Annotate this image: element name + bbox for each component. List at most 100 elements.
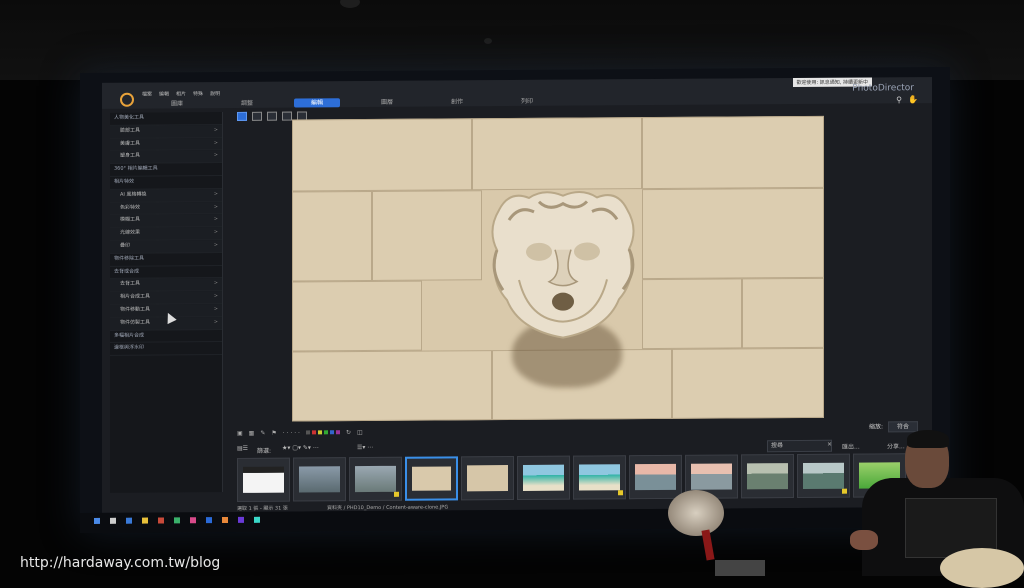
- thumbnail[interactable]: [741, 454, 794, 499]
- app-logo-icon[interactable]: [120, 92, 134, 107]
- sidebar-item[interactable]: 多幅相片合成: [110, 329, 222, 344]
- single-view-icon[interactable]: [237, 111, 247, 121]
- sidebar-item[interactable]: 去背工具 >: [110, 278, 222, 292]
- thumbnail-selected[interactable]: [405, 456, 458, 501]
- sidebar-item-label: 相片特效: [114, 178, 135, 185]
- sidebar-item[interactable]: 360° 相片編輯工具: [110, 163, 222, 177]
- sidebar-item-label: 人物美化工具: [114, 114, 145, 121]
- color-label-purple[interactable]: [335, 430, 340, 435]
- tab-adjust[interactable]: 調整: [212, 99, 282, 108]
- thumbnail[interactable]: [349, 456, 402, 502]
- edit-icon[interactable]: ✎: [260, 429, 265, 436]
- presenter-hair: [907, 430, 949, 448]
- photodirector-window: 檔案 編輯 相片 特殊 說明 圖庫 調整 編輯 圖層 創作 列印 歡迎使用: 訊…: [102, 77, 932, 513]
- sidebar-item[interactable]: 光線效果 >: [110, 227, 222, 241]
- rating-dots[interactable]: · · · · ·: [283, 429, 300, 436]
- sidebar-item-label: 360° 相片編輯工具: [114, 165, 158, 172]
- ceiling-light: [484, 38, 492, 44]
- thumbnail[interactable]: [293, 457, 346, 502]
- taskbar-app-icon[interactable]: [254, 516, 260, 523]
- menu-edit[interactable]: 編輯: [159, 90, 169, 97]
- sidebar-item-label: 塑身工具: [120, 153, 141, 160]
- single-photo-icon[interactable]: ▣: [237, 429, 243, 436]
- thumbnail[interactable]: [461, 456, 514, 501]
- thumbnail-image: [635, 463, 676, 491]
- color-label-yellow[interactable]: [317, 430, 322, 435]
- tab-create[interactable]: 創作: [422, 97, 492, 106]
- tab-print[interactable]: 列印: [492, 97, 562, 106]
- rotate-icon[interactable]: [282, 111, 292, 121]
- menu-photo[interactable]: 相片: [176, 90, 186, 97]
- zoom-control: 縮放: 符合: [866, 421, 918, 433]
- stone-block: [642, 187, 824, 280]
- filter-tools[interactable]: ★▾ ▢▾ ✎▾ ⋯: [282, 444, 319, 451]
- taskbar-app-icon[interactable]: [110, 517, 116, 524]
- sidebar-item[interactable]: 色彩特效 >: [110, 201, 222, 216]
- menu-help[interactable]: 說明: [210, 90, 220, 97]
- color-label-blue[interactable]: [329, 430, 334, 435]
- menu-file[interactable]: 檔案: [142, 91, 152, 98]
- view-toggle-icon[interactable]: ▤☰: [237, 445, 248, 452]
- taskbar-app-icon[interactable]: [142, 517, 148, 524]
- sidebar-item[interactable]: 疊印 >: [110, 240, 222, 254]
- taskbar-app-icon[interactable]: [158, 517, 164, 524]
- start-icon[interactable]: [94, 517, 100, 524]
- menu-special[interactable]: 特殊: [193, 90, 203, 97]
- stone-block: [642, 278, 742, 350]
- sidebar-item[interactable]: 人物美化工具: [110, 112, 222, 126]
- refresh-icon[interactable]: ↻: [346, 429, 351, 436]
- microphone-stem: [701, 529, 715, 561]
- search-icon[interactable]: ⚲: [896, 95, 902, 104]
- taskbar-app-icon[interactable]: [206, 517, 212, 524]
- chevron-right-icon: >: [213, 318, 218, 325]
- sidebar-item-label: 模糊工具: [120, 216, 141, 224]
- sidebar-item[interactable]: 臉部工具 >: [110, 124, 222, 139]
- taskbar-app-icon[interactable]: [126, 517, 132, 524]
- sidebar-item[interactable]: 美膚工具 >: [110, 137, 222, 152]
- sidebar-item[interactable]: 相片合成工具 >: [110, 291, 222, 305]
- taskbar-app-icon[interactable]: [190, 517, 196, 524]
- compare-view-icon[interactable]: [252, 111, 262, 121]
- thumbnail-image: [299, 466, 340, 493]
- top-bar: 檔案 編輯 相片 特殊 說明 圖庫 調整 編輯 圖層 創作 列印 歡迎使用: 訊…: [102, 77, 932, 109]
- taskbar-app-icon[interactable]: [238, 516, 244, 523]
- sidebar-item[interactable]: 去背或合成: [110, 265, 222, 280]
- sidebar-item[interactable]: 物件移除工具: [110, 252, 222, 267]
- share-button[interactable]: 分享...: [887, 441, 905, 450]
- search-input[interactable]: 搜尋: [767, 439, 832, 453]
- thumbnail[interactable]: [573, 455, 626, 500]
- sort-icon[interactable]: ☰▾ ⋯: [357, 444, 373, 451]
- chevron-right-icon: >: [213, 203, 218, 210]
- taskbar-app-icon[interactable]: [174, 517, 180, 524]
- flag-icon[interactable]: ⚑: [271, 429, 276, 436]
- thumbnail-image: [412, 466, 451, 491]
- crop-icon[interactable]: ◫: [357, 429, 363, 436]
- color-label-red[interactable]: [311, 430, 316, 435]
- thumbnail[interactable]: [629, 454, 682, 500]
- chevron-right-icon: >: [213, 280, 218, 287]
- zoom-select[interactable]: 符合: [887, 421, 918, 433]
- color-labels[interactable]: [305, 430, 340, 435]
- color-label-none[interactable]: [305, 430, 310, 435]
- taskbar-app-icon[interactable]: [222, 517, 228, 524]
- sidebar-item[interactable]: 塑身工具 >: [110, 150, 222, 165]
- thumbnail[interactable]: [237, 457, 290, 502]
- grid-view-icon[interactable]: [267, 111, 277, 121]
- compare-icon[interactable]: ▦: [249, 429, 255, 436]
- sidebar-item[interactable]: 邊框與浮水印: [110, 342, 222, 356]
- tab-library[interactable]: 圖庫: [142, 99, 212, 108]
- sidebar-item[interactable]: AI 風格轉換 >: [110, 188, 222, 203]
- tab-edit[interactable]: 編輯: [294, 98, 340, 108]
- sidebar-item[interactable]: 相片特效: [110, 176, 222, 190]
- color-label-green[interactable]: [323, 430, 328, 435]
- clear-search-icon[interactable]: ×: [827, 441, 832, 448]
- thumbnail[interactable]: [517, 455, 570, 500]
- export-button[interactable]: 匯出...: [842, 442, 860, 451]
- thumbnail[interactable]: [797, 453, 850, 499]
- hand-icon[interactable]: ✋: [908, 95, 918, 104]
- stone-block: [292, 118, 472, 192]
- photo-viewer[interactable]: [292, 115, 824, 422]
- sidebar-item[interactable]: 模糊工具 >: [110, 214, 222, 228]
- sidebar-item-label: 色彩特效: [120, 204, 141, 211]
- tab-layers[interactable]: 圖層: [352, 98, 422, 107]
